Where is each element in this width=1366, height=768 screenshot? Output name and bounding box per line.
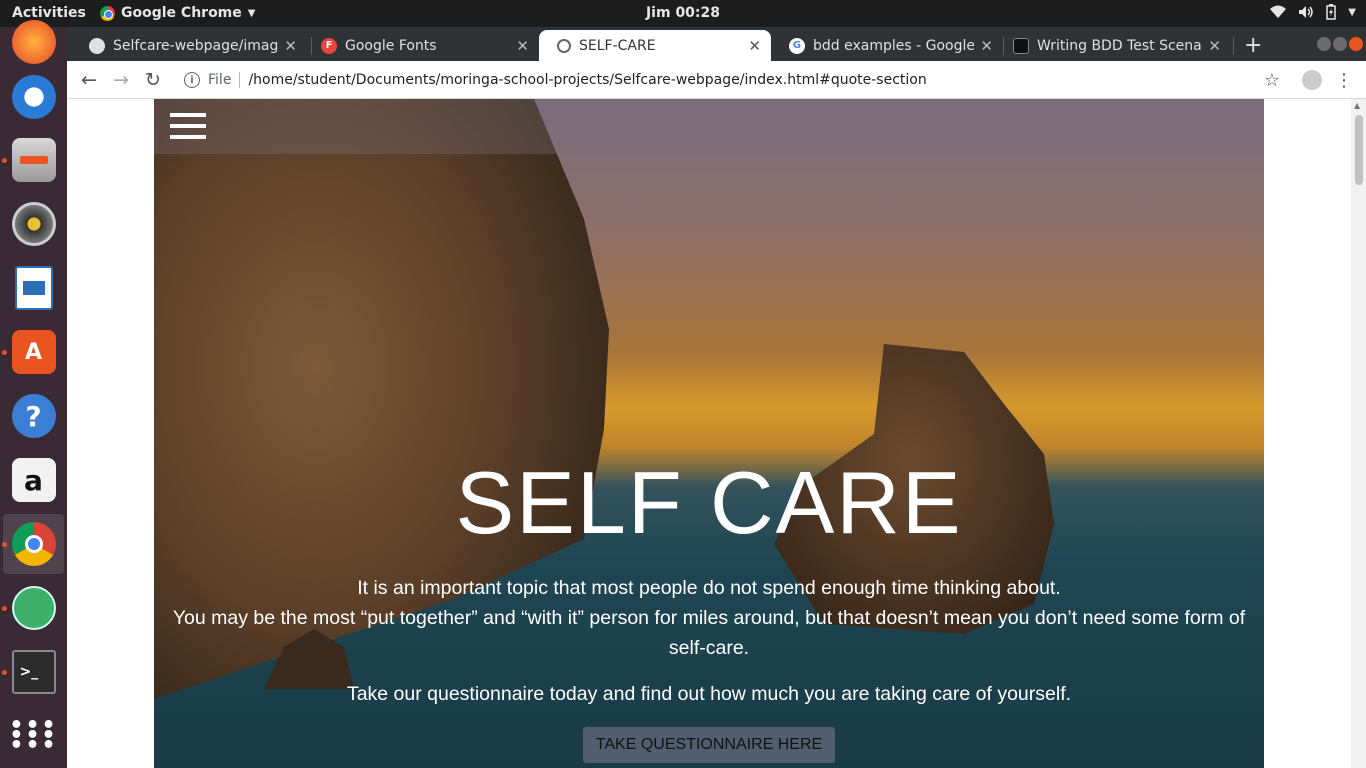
hero-section: SELF CARE It is an important topic that … bbox=[154, 99, 1264, 768]
google-icon: G bbox=[789, 37, 805, 54]
url-text[interactable]: /home/student/Documents/moringa-school-p… bbox=[248, 72, 926, 88]
dock-thunderbird[interactable] bbox=[0, 67, 67, 127]
menu-kebab-icon[interactable]: ⋮ bbox=[1332, 68, 1356, 92]
new-tab-button[interactable]: + bbox=[1244, 33, 1262, 58]
dock-show-apps[interactable]: ••• ••• ••• bbox=[0, 706, 67, 766]
site-icon bbox=[1013, 37, 1029, 54]
page-scrollbar[interactable]: ▲ bbox=[1351, 99, 1366, 768]
system-tray[interactable]: ▼ bbox=[1270, 4, 1356, 20]
close-window-button[interactable] bbox=[1349, 37, 1363, 51]
battery-icon bbox=[1326, 4, 1337, 20]
chrome-window: Selfcare-webpage/image ✕ F Google Fonts … bbox=[67, 27, 1366, 768]
clock[interactable]: Jim 00:28 bbox=[0, 5, 1366, 21]
volume-icon bbox=[1299, 6, 1314, 18]
take-questionnaire-button[interactable]: TAKE QUESTIONNAIRE HERE bbox=[582, 727, 836, 763]
tab-title: bdd examples - Google S bbox=[813, 37, 975, 54]
grid-icon: ••• ••• ••• bbox=[9, 713, 58, 758]
dock-firefox[interactable] bbox=[0, 12, 67, 72]
google-fonts-icon: F bbox=[321, 37, 337, 54]
info-icon[interactable]: i bbox=[184, 72, 200, 88]
scroll-up-icon[interactable]: ▲ bbox=[1354, 101, 1360, 110]
scrollbar-thumb[interactable] bbox=[1355, 115, 1363, 185]
dock-software[interactable]: A bbox=[0, 322, 67, 382]
dock-rhythmbox[interactable] bbox=[0, 194, 67, 254]
github-icon bbox=[89, 37, 105, 54]
writer-icon bbox=[14, 266, 53, 310]
amazon-icon: a bbox=[11, 458, 56, 502]
atom-icon bbox=[11, 586, 56, 630]
hero-title: SELF CARE bbox=[455, 453, 963, 552]
running-indicator bbox=[2, 350, 7, 355]
close-icon[interactable]: ✕ bbox=[1208, 37, 1221, 55]
tab-writing-bdd[interactable]: Writing BDD Test Scenar ✕ bbox=[995, 30, 1231, 61]
reload-button[interactable]: ↻ bbox=[141, 68, 165, 92]
tab-github[interactable]: Selfcare-webpage/image ✕ bbox=[71, 30, 307, 61]
tab-bdd-examples[interactable]: G bdd examples - Google S ✕ bbox=[771, 30, 1003, 61]
running-indicator bbox=[2, 670, 7, 675]
running-indicator bbox=[2, 158, 7, 163]
page-viewport: SELF CARE It is an important topic that … bbox=[67, 99, 1351, 768]
back-button[interactable]: ← bbox=[77, 68, 101, 92]
chrome-icon bbox=[11, 522, 56, 566]
dock-terminal[interactable]: >_ bbox=[0, 642, 67, 702]
browser-toolbar: ← → ↻ i File /home/student/Documents/mor… bbox=[67, 61, 1366, 99]
chevron-down-icon: ▼ bbox=[1348, 6, 1356, 18]
dock-writer[interactable] bbox=[0, 258, 67, 318]
minimize-button[interactable] bbox=[1317, 37, 1331, 51]
close-icon[interactable]: ✕ bbox=[748, 37, 761, 55]
scheme-label: File bbox=[208, 72, 232, 88]
hero-line-2: You may be the most “put together” and “… bbox=[172, 607, 1246, 659]
terminal-icon: >_ bbox=[11, 650, 56, 694]
help-icon: ? bbox=[11, 394, 56, 438]
tab-title: Selfcare-webpage/image bbox=[113, 37, 279, 54]
hamburger-menu-icon[interactable] bbox=[170, 113, 206, 139]
profile-avatar[interactable] bbox=[1300, 68, 1324, 92]
tab-google-fonts[interactable]: F Google Fonts ✕ bbox=[303, 30, 539, 61]
close-icon[interactable]: ✕ bbox=[516, 37, 529, 55]
divider bbox=[239, 72, 241, 88]
maximize-button[interactable] bbox=[1333, 37, 1347, 51]
firefox-icon bbox=[11, 20, 56, 64]
tab-divider bbox=[1233, 37, 1234, 55]
tab-strip: Selfcare-webpage/image ✕ F Google Fonts … bbox=[67, 27, 1366, 61]
tab-title: Google Fonts bbox=[345, 37, 437, 54]
dock-help[interactable]: ? bbox=[0, 386, 67, 446]
tab-title: Writing BDD Test Scenar bbox=[1037, 37, 1203, 54]
hero-line-3: Take our questionnaire today and find ou… bbox=[346, 683, 1072, 705]
globe-icon bbox=[557, 38, 571, 53]
software-center-icon: A bbox=[11, 330, 56, 374]
close-icon[interactable]: ✕ bbox=[284, 37, 297, 55]
dock-files[interactable] bbox=[0, 130, 67, 190]
running-indicator bbox=[2, 606, 7, 611]
dock-amazon[interactable]: a bbox=[0, 450, 67, 510]
bookmark-star-icon[interactable]: ☆ bbox=[1260, 68, 1284, 92]
gnome-top-bar: Activities Google Chrome ▼ Jim 00:28 ▼ bbox=[0, 0, 1366, 27]
wifi-icon bbox=[1270, 5, 1287, 18]
hero-content: SELF CARE It is an important topic that … bbox=[154, 459, 1264, 763]
files-icon bbox=[11, 138, 56, 182]
ubuntu-dock: A ? a >_ ••• ••• ••• bbox=[0, 20, 67, 768]
forward-button[interactable]: → bbox=[109, 68, 133, 92]
tab-self-care[interactable]: SELF-CARE ✕ bbox=[539, 30, 771, 61]
running-indicator bbox=[2, 542, 7, 547]
address-bar[interactable]: i File /home/student/Documents/moringa-s… bbox=[172, 66, 1292, 94]
dock-chrome[interactable] bbox=[2, 514, 64, 574]
rhythmbox-icon bbox=[11, 202, 56, 246]
thunderbird-icon bbox=[11, 75, 56, 119]
hero-line-1: It is an important topic that most peopl… bbox=[357, 577, 1061, 599]
close-icon[interactable]: ✕ bbox=[980, 37, 993, 55]
navbar bbox=[154, 99, 1264, 154]
tab-title: SELF-CARE bbox=[579, 37, 656, 54]
dock-atom[interactable] bbox=[0, 578, 67, 638]
